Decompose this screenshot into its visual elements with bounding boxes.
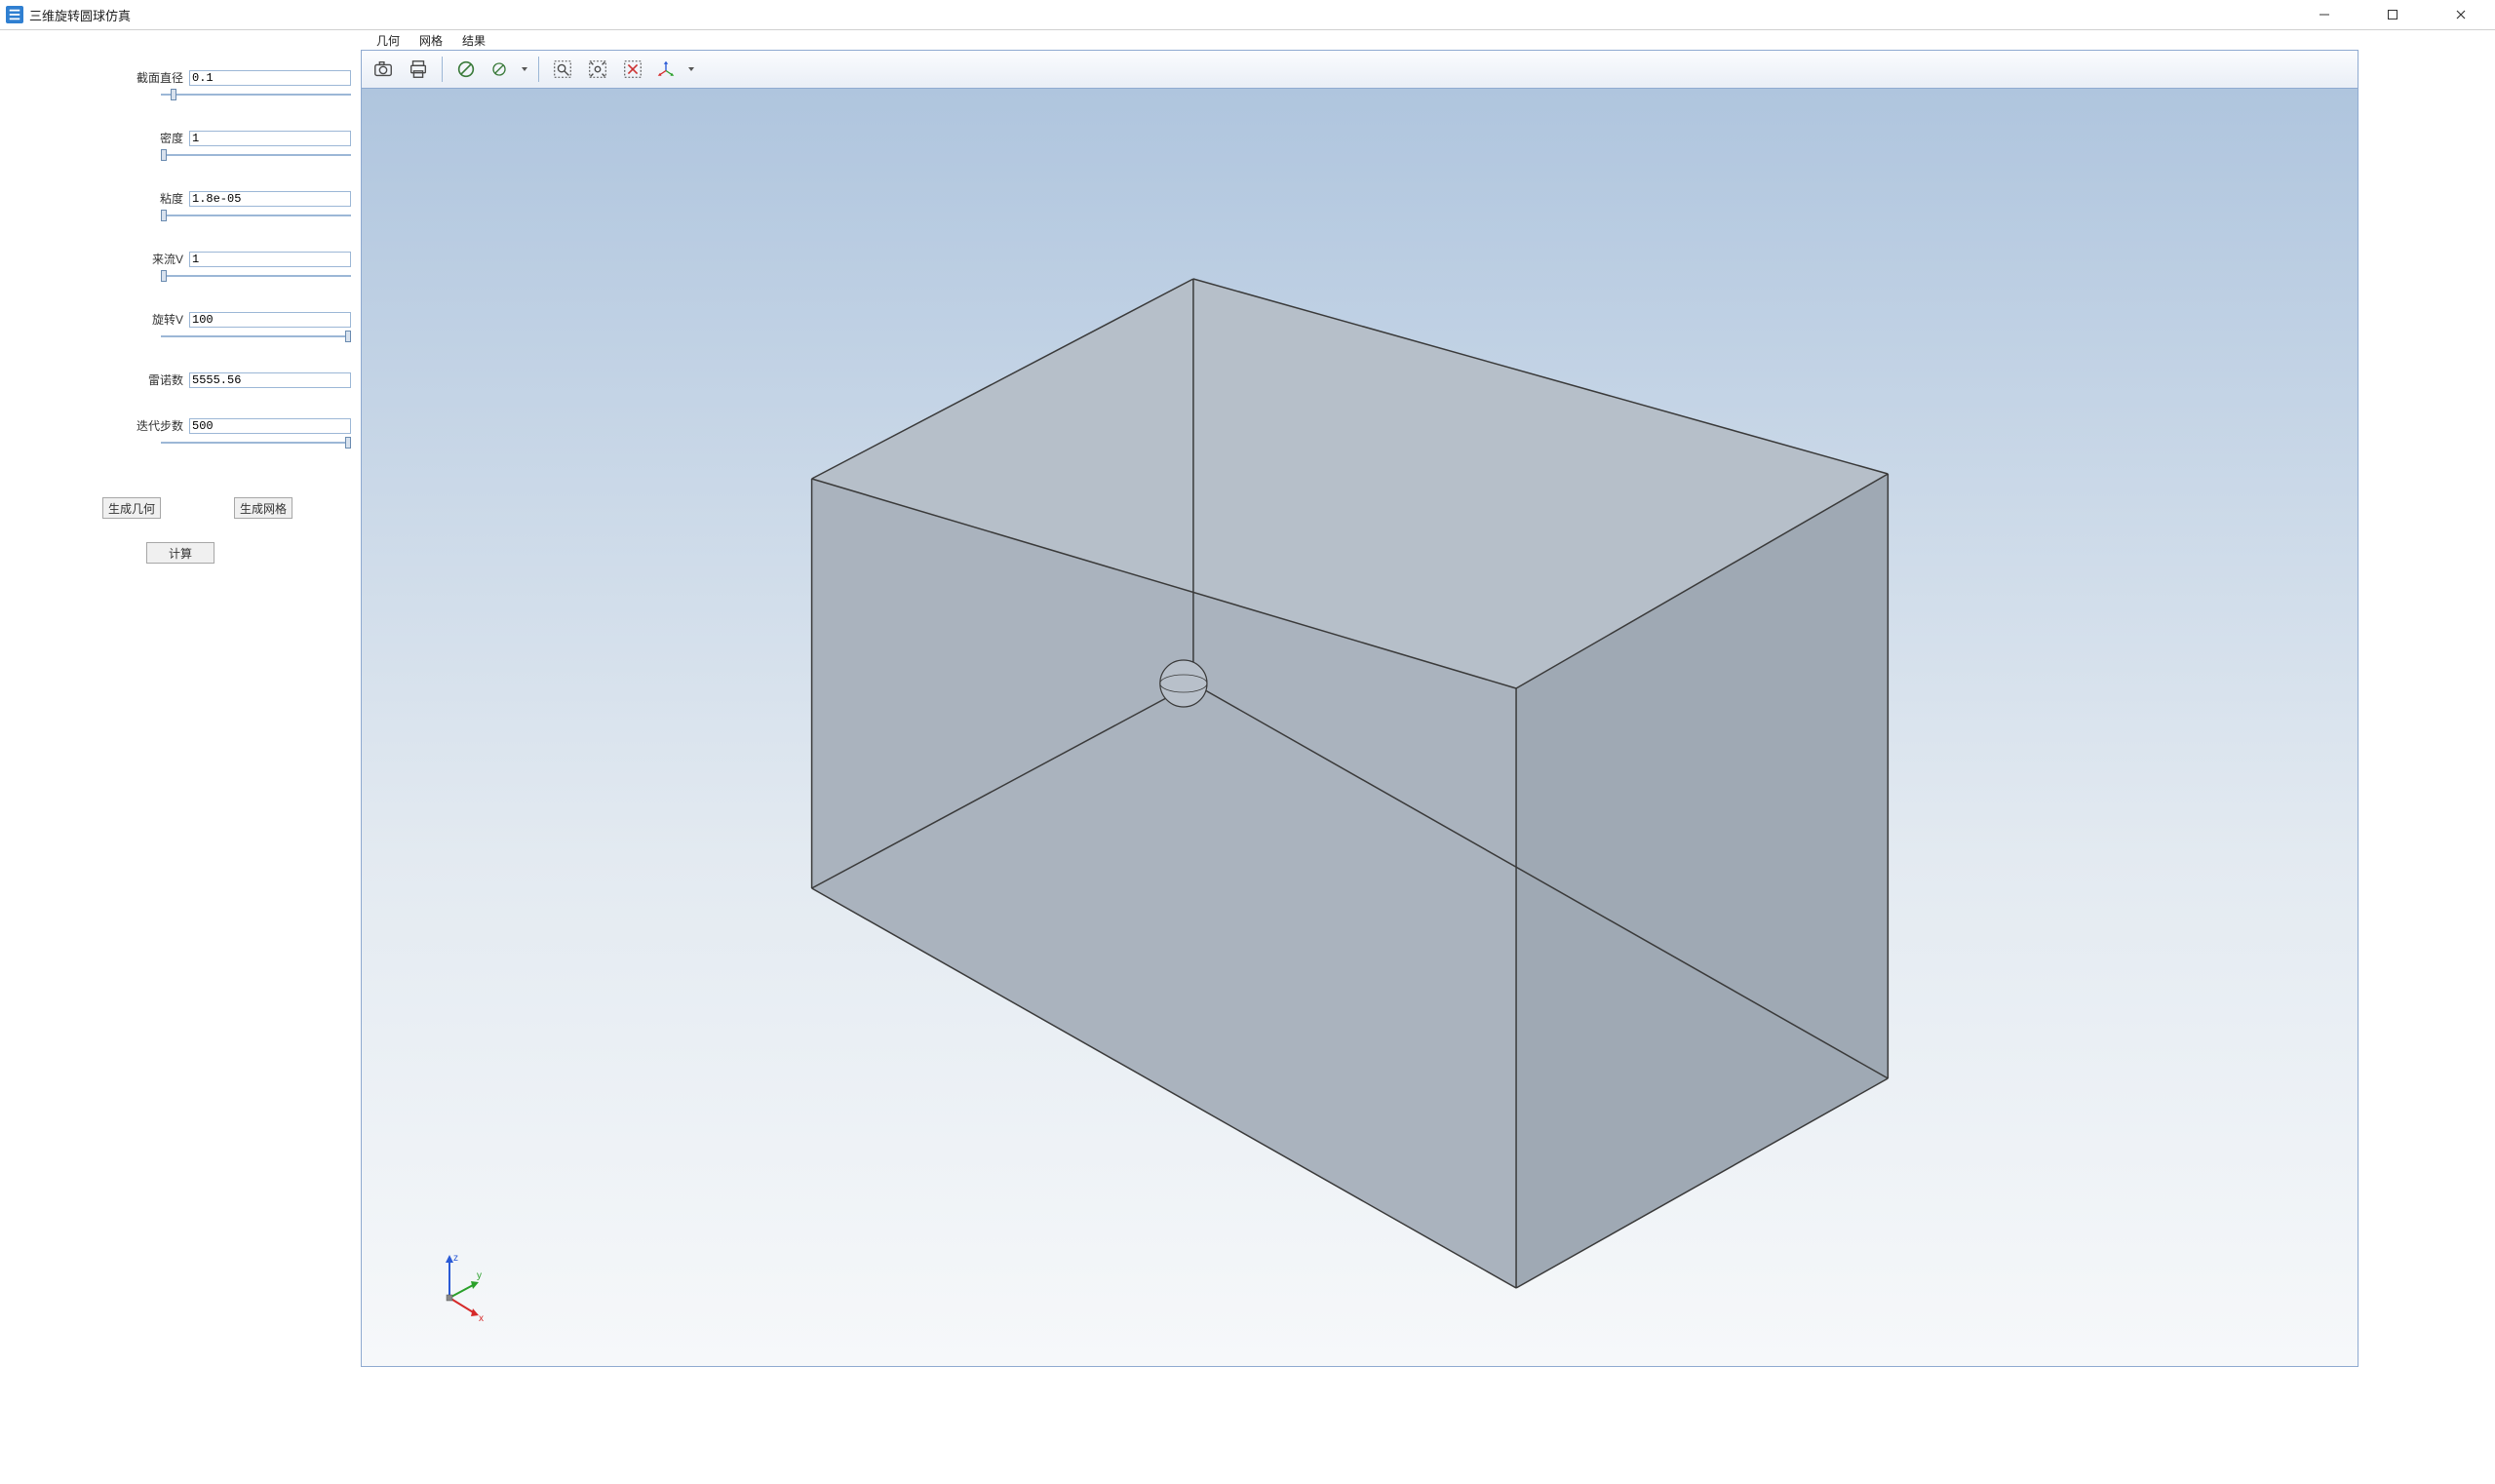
toolbar-separator [538,57,539,82]
menu-results[interactable]: 结果 [452,30,495,50]
param-row: 雷诺数 [10,371,351,388]
param-row: 粘度 [10,190,351,207]
viscosity-slider[interactable] [161,210,351,221]
orientation-triad: z y x [420,1249,498,1327]
triad-y-label: y [477,1270,482,1281]
menubar: 几何 网格 结果 [361,30,2359,50]
param-row: 密度 [10,130,351,146]
menu-mesh[interactable]: 网格 [409,30,452,50]
compute-button[interactable]: 计算 [146,542,214,564]
triad-z-label: z [453,1253,458,1264]
param-label: 来流V [66,251,189,267]
minimize-button[interactable] [2290,0,2359,29]
3d-viewport[interactable]: z y x [361,89,2359,1367]
density-input[interactable] [189,131,351,146]
param-label: 粘度 [66,190,189,207]
inflow-v-input[interactable] [189,252,351,267]
inflow-v-slider[interactable] [161,270,351,282]
zoom-extents-icon[interactable] [582,54,613,85]
menu-geometry[interactable]: 几何 [367,30,409,50]
reynolds-input[interactable] [189,372,351,388]
density-slider[interactable] [161,149,351,161]
diameter-input[interactable] [189,70,351,86]
scene-geometry [362,89,2358,1366]
close-button[interactable] [2427,0,2495,29]
maximize-button[interactable] [2359,0,2427,29]
camera-icon[interactable] [368,54,399,85]
axis-dropdown-icon[interactable] [652,54,697,85]
iter-steps-slider[interactable] [161,437,351,449]
viscosity-input[interactable] [189,191,351,207]
window-title: 三维旋转圆球仿真 [29,6,131,24]
spin-v-slider[interactable] [161,331,351,342]
param-label: 密度 [66,130,189,146]
generate-geometry-button[interactable]: 生成几何 [102,497,161,519]
param-row: 旋转V [10,311,351,328]
param-label: 迭代步数 [66,417,189,434]
parameter-panel: 截面直径 密度 粘度 来流V 旋转V 雷诺数 [0,30,361,1484]
toolbar [361,50,2359,89]
param-label: 截面直径 [66,69,189,86]
iter-steps-input[interactable] [189,418,351,434]
generate-mesh-button[interactable]: 生成网格 [234,497,292,519]
param-row: 截面直径 [10,69,351,86]
forbid-icon[interactable] [450,54,482,85]
triad-x-label: x [479,1313,484,1324]
param-label: 雷诺数 [66,371,189,388]
diameter-slider[interactable] [161,89,351,100]
app-icon [6,6,23,23]
print-icon[interactable] [403,54,434,85]
param-row: 迭代步数 [10,417,351,434]
param-row: 来流V [10,251,351,267]
zoom-clear-icon[interactable] [617,54,648,85]
toolbar-separator [442,57,443,82]
forbid-dropdown-icon[interactable] [486,54,530,85]
spin-v-input[interactable] [189,312,351,328]
titlebar: 三维旋转圆球仿真 [0,0,2495,30]
zoom-window-icon[interactable] [547,54,578,85]
param-label: 旋转V [66,311,189,328]
